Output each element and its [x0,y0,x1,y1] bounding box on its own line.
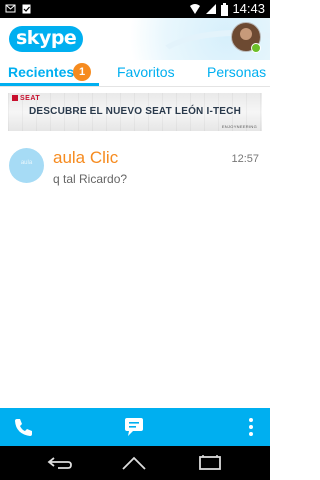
phone-icon[interactable] [12,416,34,438]
contact-avatar-text: aula [20,160,33,166]
clipboard-check-icon [22,4,31,14]
contact-name: aula Clic [53,148,119,167]
overflow-menu-icon[interactable] [240,416,262,438]
home-icon[interactable] [120,455,148,471]
contact-avatar: aula [9,148,44,183]
seat-logo-icon [12,95,18,101]
battery-icon [221,2,229,16]
avatar-face [240,28,252,40]
tab-personas[interactable]: Personas [207,64,266,80]
conversation-item[interactable]: aula aula Clic 12:57 q tal Ricardo? [0,140,270,190]
mail-icon [5,4,16,13]
tab-favoritos[interactable]: Favoritos [117,64,175,80]
action-bar [0,408,270,446]
status-bar: 14:43 [0,0,270,18]
status-left [5,3,32,14]
presence-indicator [251,43,261,53]
signal-icon [206,4,217,14]
ad-headline: DESCUBRE EL NUEVO SEAT LEÓN I-TECH [28,106,241,117]
ad-brand: SEAT [12,95,40,102]
message-time: 12:57 [231,153,259,165]
system-nav-bar [0,446,270,480]
tab-divider [0,86,270,87]
unread-badge: 1 [73,63,91,81]
ad-brand-text: SEAT [20,95,41,102]
last-message: q tal Ricardo? [53,172,128,186]
back-icon[interactable] [46,455,74,471]
tab-recientes[interactable]: Recientes [8,64,74,80]
ad-banner[interactable]: SEAT DESCUBRE EL NUEVO SEAT LEÓN I-TECH … [8,93,262,131]
recents-icon[interactable] [196,455,224,471]
ad-tagline: ENJOYNEERING [221,124,257,129]
status-right: 14:43 [189,2,265,16]
wifi-icon [190,4,201,14]
chat-bubble-icon[interactable] [123,416,145,438]
skype-logo: skype [9,26,84,52]
status-time: 14:43 [232,1,265,16]
app-header: skype [0,18,270,60]
